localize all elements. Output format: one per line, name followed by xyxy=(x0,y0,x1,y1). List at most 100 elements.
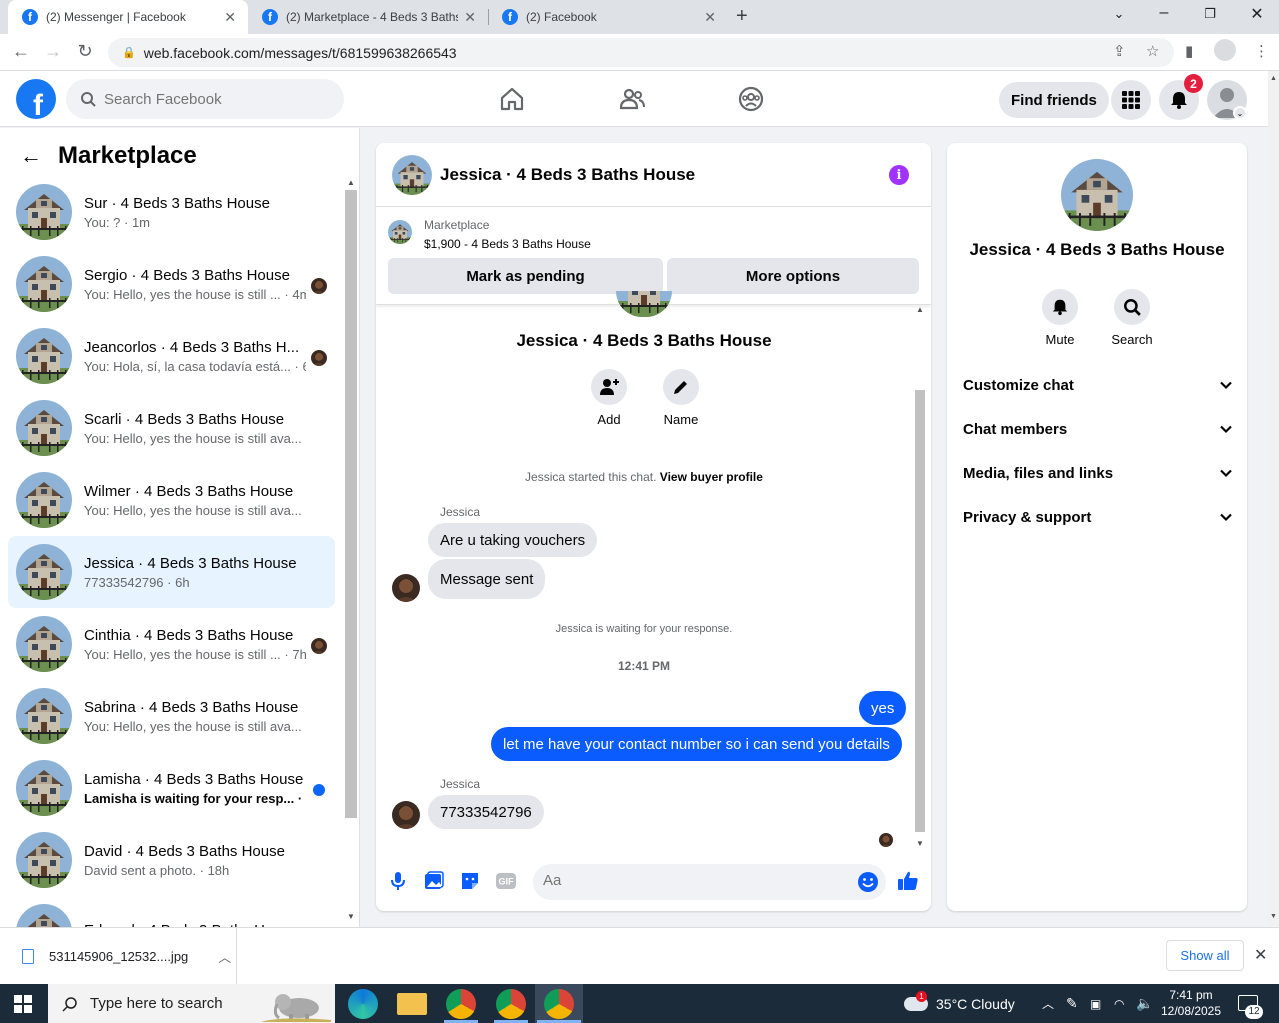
conversation-item[interactable]: Sergio · 4 Beds 3 Baths House You: Hello,… xyxy=(8,248,335,320)
forward-arrow-icon[interactable]: → xyxy=(42,41,64,62)
mute-action[interactable]: Mute xyxy=(1030,289,1090,347)
browser-tab-marketplace[interactable]: f (2) Marketplace - 4 Beds 3 Baths ✕ xyxy=(248,0,488,34)
listing-thumbnail[interactable] xyxy=(388,220,412,244)
conversation-item[interactable]: Lamisha · 4 Beds 3 Baths House Lamisha is… xyxy=(8,752,335,824)
chat-info-section[interactable]: Media, files and links xyxy=(963,459,1233,487)
message-input[interactable] xyxy=(543,872,843,889)
microphone-icon[interactable] xyxy=(386,869,410,893)
sidebar-scrollbar[interactable]: ▲ ▼ xyxy=(344,178,358,923)
browser-menu-icon[interactable]: ⋮ xyxy=(1254,42,1269,60)
minimize-window-icon[interactable]: – xyxy=(1153,4,1175,22)
edge-browser-icon[interactable] xyxy=(348,989,378,1019)
close-tab-icon[interactable]: ✕ xyxy=(704,9,716,26)
chat-scrollbar[interactable]: ▲ ▼ xyxy=(914,305,926,851)
friends-icon[interactable] xyxy=(618,85,646,113)
reload-icon[interactable]: ↻ xyxy=(74,41,96,62)
outgoing-message[interactable]: let me have your contact number so i can… xyxy=(491,727,902,761)
view-buyer-profile-link[interactable]: View buyer profile xyxy=(660,470,763,484)
groups-icon[interactable] xyxy=(737,85,765,113)
profile-icon[interactable] xyxy=(1214,39,1236,61)
sender-avatar[interactable] xyxy=(392,574,420,602)
conversation-item[interactable]: Scarli · 4 Beds 3 Baths House You: Hello,… xyxy=(8,392,335,464)
home-icon[interactable] xyxy=(498,85,526,113)
facebook-search-box[interactable] xyxy=(66,79,344,119)
chrome-profile-h-icon[interactable] xyxy=(446,989,476,1019)
side-panel-icon[interactable]: ▮ xyxy=(1185,42,1193,60)
outgoing-message[interactable]: yes xyxy=(859,691,907,725)
pen-icon[interactable]: ✎ xyxy=(1066,984,1078,1023)
chat-info-avatar[interactable] xyxy=(1061,159,1133,231)
conversation-item[interactable]: David · 4 Beds 3 Baths House David sent a… xyxy=(8,824,335,896)
sticker-icon[interactable] xyxy=(458,869,482,893)
conversation-preview: You: Hello, yes the house is still ava..… xyxy=(84,430,306,446)
photo-icon[interactable] xyxy=(422,869,446,893)
conversation-item[interactable]: Jessica · 4 Beds 3 Baths House 7733354279… xyxy=(8,536,335,608)
file-explorer-icon[interactable] xyxy=(397,993,427,1015)
conversation-item[interactable]: Sabrina · 4 Beds 3 Baths House You: Hello… xyxy=(8,680,335,752)
thumbs-up-icon[interactable] xyxy=(896,869,920,893)
facebook-logo-icon[interactable]: f xyxy=(16,79,56,119)
tray-overflow-icon[interactable]: ︿ xyxy=(1042,984,1054,1023)
chrome-active-icon[interactable] xyxy=(544,989,574,1019)
conversation-item[interactable]: Wilmer · 4 Beds 3 Baths House You: Hello,… xyxy=(8,464,335,536)
page-scrollbar[interactable]: ▲ ▼ xyxy=(1268,71,1279,927)
chat-info-section[interactable]: Privacy & support xyxy=(963,503,1233,531)
incoming-message[interactable]: Message sent xyxy=(428,559,546,599)
weather-widget[interactable]: 1 35°C Cloudy xyxy=(904,984,1015,1023)
taskbar-clock[interactable]: 7:41 pm 12/08/2025 xyxy=(1158,987,1224,1019)
browser-tab-messenger[interactable]: f (2) Messenger | Facebook ✕ xyxy=(8,0,248,34)
scrollbar-thumb[interactable] xyxy=(915,390,925,832)
facebook-search-input[interactable] xyxy=(104,90,324,108)
chat-info-section[interactable]: Chat members xyxy=(963,415,1233,443)
account-chevron-icon[interactable]: ⌄ xyxy=(1233,106,1247,120)
new-tab-icon[interactable]: + xyxy=(736,5,748,28)
chat-avatar[interactable] xyxy=(392,155,432,195)
conversation-item[interactable]: Cinthia · 4 Beds 3 Baths House You: Hello… xyxy=(8,608,335,680)
search-action[interactable]: Search xyxy=(1102,289,1162,347)
wifi-icon[interactable]: ◠ xyxy=(1114,984,1124,1023)
back-arrow-icon[interactable]: ← xyxy=(20,143,42,169)
conversation-name: Lamisha · 4 Beds 3 Baths House xyxy=(84,770,304,788)
find-friends-button[interactable]: Find friends xyxy=(999,82,1109,118)
taskbar-search-box[interactable]: Type here to search xyxy=(48,984,335,1023)
conversation-item[interactable]: Edward · 4 Beds 3 Baths House xyxy=(8,896,335,927)
close-icon[interactable]: ✕ xyxy=(1254,945,1267,965)
restore-window-icon[interactable]: ❐ xyxy=(1199,6,1221,22)
address-bar[interactable]: 🔒 web.facebook.com/messages/t/6815996382… xyxy=(108,38,1174,67)
incoming-message[interactable]: Are u taking vouchers xyxy=(428,523,598,557)
share-icon[interactable]: ⇪ xyxy=(1113,42,1126,60)
tab-search-chevron-icon[interactable]: ⌄ xyxy=(1108,6,1130,22)
volume-icon[interactable]: 🔈 xyxy=(1136,984,1153,1023)
chat-info-section[interactable]: Customize chat xyxy=(963,371,1233,399)
conversation-item[interactable]: Jeancorlos · 4 Beds 3 Baths H... You: Hol… xyxy=(8,320,335,392)
close-window-icon[interactable]: ✕ xyxy=(1246,4,1268,24)
back-arrow-icon[interactable]: ← xyxy=(10,41,32,62)
menu-grid-button[interactable] xyxy=(1111,80,1151,120)
chat-title[interactable]: Jessica · 4 Beds 3 Baths House xyxy=(440,165,695,185)
message-input-box[interactable] xyxy=(533,864,886,900)
download-item[interactable]: 531145906_12532....jpg ︿ xyxy=(0,928,237,985)
add-label: Add xyxy=(597,412,621,427)
conversation-item[interactable]: Sur · 4 Beds 3 Baths House You: ? · 1m xyxy=(8,176,335,248)
show-all-button[interactable]: Show all xyxy=(1166,940,1244,971)
close-tab-icon[interactable]: ✕ xyxy=(224,9,236,26)
sender-avatar[interactable] xyxy=(392,801,420,829)
close-tab-icon[interactable]: ✕ xyxy=(464,9,476,26)
clock-date: 12/08/2025 xyxy=(1160,1004,1222,1018)
chevron-up-icon[interactable]: ︿ xyxy=(218,947,231,966)
add-people-action[interactable]: Add xyxy=(579,369,639,427)
incoming-message[interactable]: 77333542796 xyxy=(428,795,544,829)
more-options-button[interactable]: More options xyxy=(667,258,919,294)
mark-as-pending-button[interactable]: Mark as pending xyxy=(388,258,663,294)
windows-start-icon[interactable] xyxy=(14,995,32,1013)
gif-icon[interactable]: GIF xyxy=(494,869,518,893)
info-icon[interactable]: i xyxy=(889,165,909,185)
meet-icon[interactable]: ▣ xyxy=(1090,984,1101,1023)
bookmark-star-icon[interactable]: ☆ xyxy=(1146,42,1159,60)
browser-tab-facebook[interactable]: f (2) Facebook ✕ xyxy=(488,0,728,34)
scrollbar-thumb[interactable] xyxy=(345,190,357,818)
listing-price[interactable]: $1,900 - 4 Beds 3 Baths House xyxy=(424,237,591,251)
edit-name-action[interactable]: Name xyxy=(651,369,711,427)
chrome-profile-icon[interactable] xyxy=(496,989,526,1019)
emoji-icon[interactable] xyxy=(857,871,879,893)
